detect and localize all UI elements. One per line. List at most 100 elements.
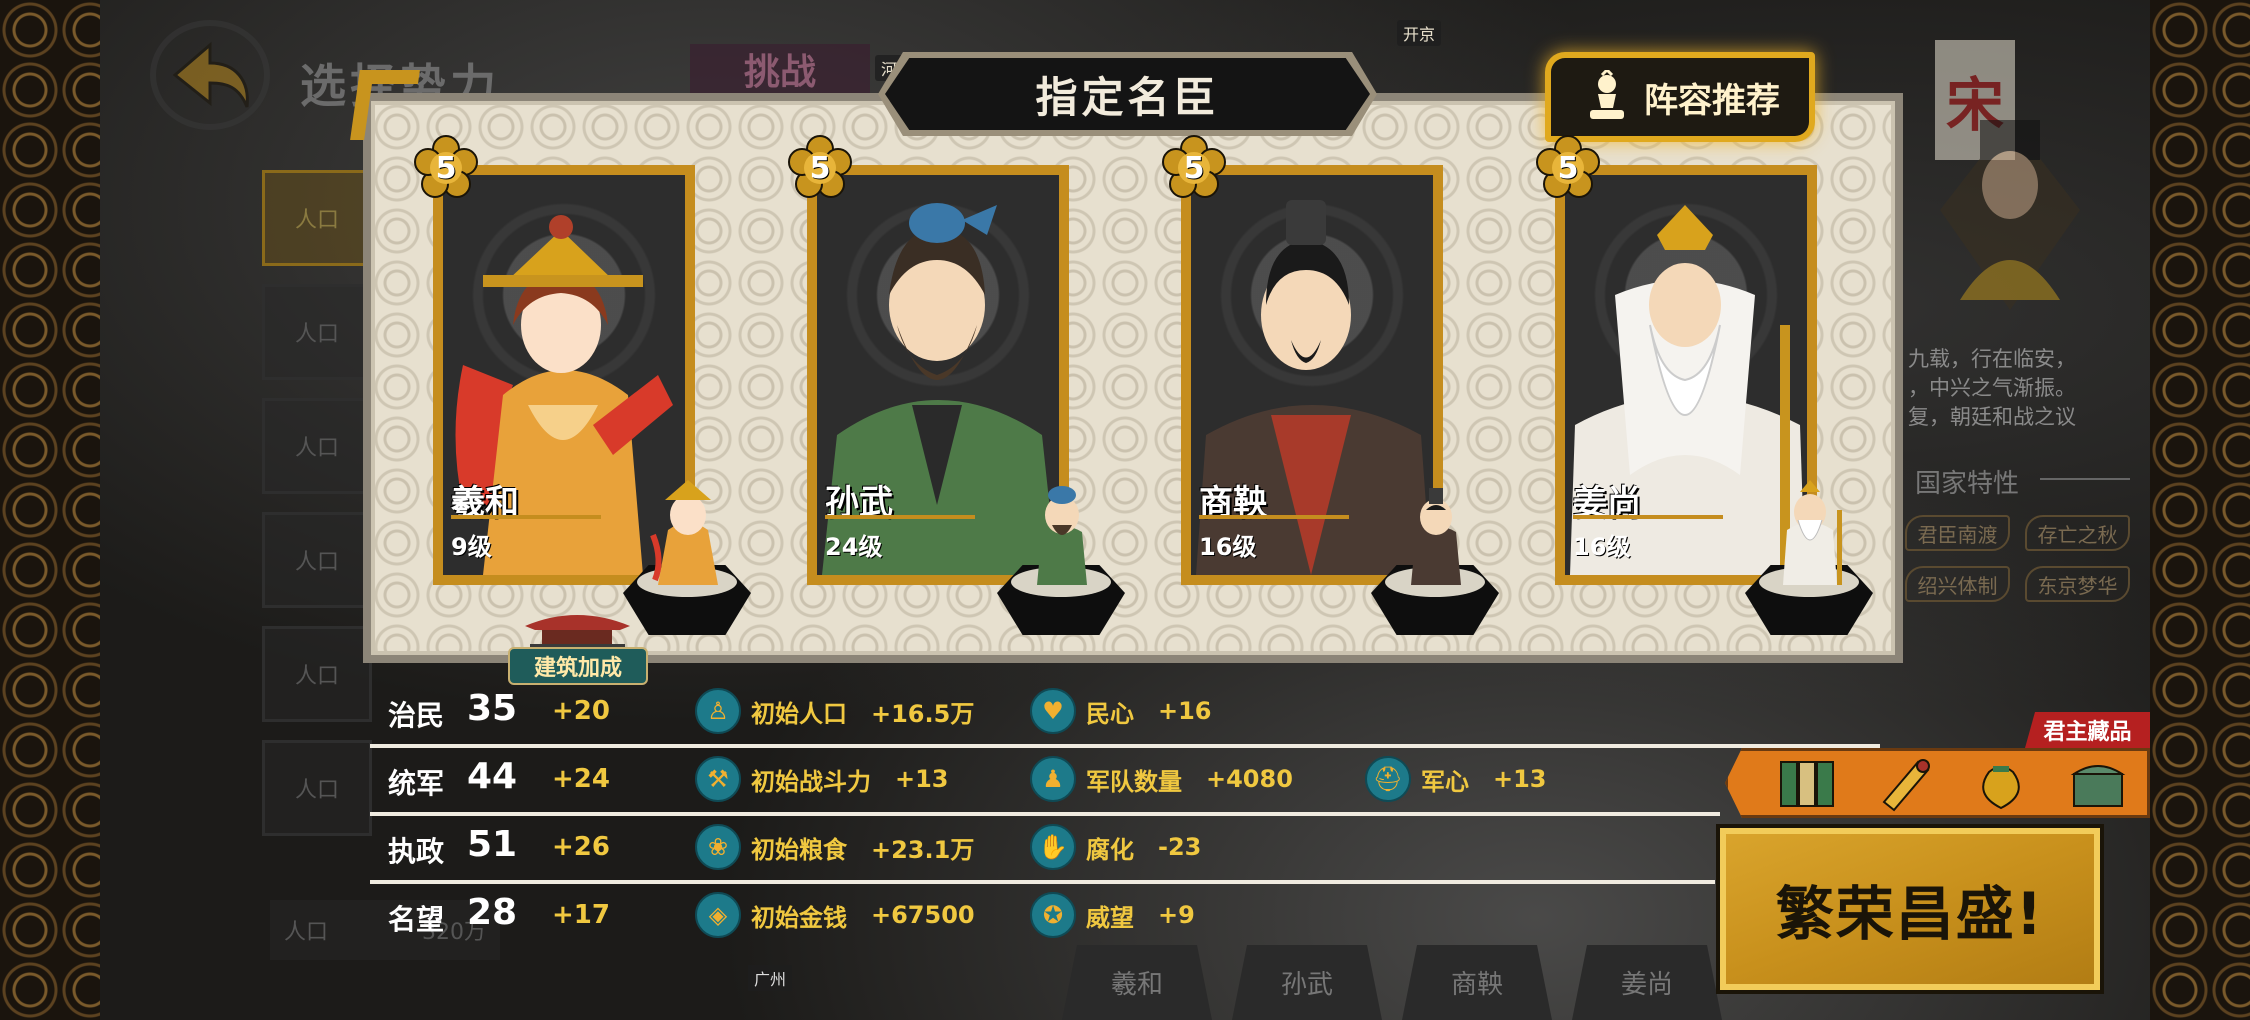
map-label-kaijing: 开京 [1397, 20, 1442, 46]
stat-value: 44 [467, 756, 518, 797]
country-description: 九载，行在临安， ，中兴之气渐振。 复，朝廷和战之议 [1908, 347, 2076, 429]
list-item[interactable]: 人口 [262, 170, 372, 266]
stat-bonus: +20 [552, 696, 610, 726]
effect-value: +9 [1158, 901, 1195, 929]
list-item[interactable]: 人口 [262, 398, 372, 494]
stat-row-governance: 治民 35 +20 ♙ 初始人口 +16.5万 ♥ 民心 +16 [370, 680, 1880, 748]
star-rank-value: 5 [1183, 150, 1205, 186]
effect-prestige: ✪ 威望 +9 [1030, 892, 1195, 938]
modal-title: 指定名臣 [885, 58, 1370, 130]
effect-label: 初始战斗力 [751, 767, 871, 796]
chess-pawn-icon [1590, 70, 1624, 119]
advisor-level: 16级 [1199, 533, 1257, 561]
population-label: 人口 [284, 920, 329, 945]
nation-traits-title: 国家特性 [1915, 469, 2020, 499]
pouch-icon [1982, 766, 2020, 810]
effect-label: 初始金钱 [751, 903, 847, 932]
collection-item-scroll[interactable] [1873, 754, 1935, 812]
trait-chip[interactable]: 绍兴体制 [1905, 566, 2010, 602]
effect-label: 民心 [1086, 699, 1134, 728]
advisor-level: 16级 [1573, 533, 1631, 561]
map-label-guangzhou: 广州 [748, 965, 793, 991]
effect-value: +67500 [871, 901, 975, 929]
attribute-stats: 治民 35 +20 ♙ 初始人口 +16.5万 ♥ 民心 +16 统军 44 +… [370, 680, 1880, 952]
bottom-tab-xihe[interactable]: 羲和 [1062, 945, 1212, 1020]
monarch-collection-tag: 君主藏品 [2025, 712, 2150, 748]
star-rank-badge: 5 [1161, 135, 1227, 201]
effect-value: +23.1万 [871, 835, 975, 864]
effect-initial-population: ♙ 初始人口 +16.5万 [695, 688, 974, 734]
soldiers-icon: ♟ [1030, 756, 1076, 802]
back-button[interactable] [150, 20, 270, 130]
collection-item-chest[interactable] [2067, 754, 2129, 812]
list-item[interactable]: 人口 [262, 740, 372, 836]
name-underline [825, 515, 975, 519]
stat-row-administration: 执政 51 +26 ❀ 初始粮食 +23.1万 ✋ 腐化 -23 [370, 816, 1715, 884]
advisor-card-shangyang[interactable]: 商鞅 16级 5 [1162, 135, 1499, 655]
list-item[interactable]: 人口 [262, 626, 372, 722]
lineup-recommend-label: 阵容推荐 [1644, 80, 1780, 121]
effect-corruption: ✋ 腐化 -23 [1030, 824, 1201, 870]
collection-item-screen[interactable] [1776, 754, 1838, 812]
chest-icon [2071, 765, 2126, 807]
xihe-chibi-icon [650, 480, 718, 585]
helmet-icon: ⛑ [1365, 756, 1411, 802]
start-game-button[interactable]: 繁荣昌盛! [1716, 824, 2104, 994]
list-item[interactable]: 人口 [262, 284, 372, 380]
effect-label: 初始人口 [751, 699, 847, 728]
stat-value: 28 [467, 892, 518, 933]
corner-decoration [350, 70, 420, 140]
effect-public-support: ♥ 民心 +16 [1030, 688, 1212, 734]
effect-label: 军队数量 [1086, 767, 1182, 796]
stat-value: 51 [467, 824, 518, 865]
stat-label: 名望 [388, 903, 445, 936]
collection-item-pouch[interactable] [1970, 754, 2032, 812]
right-border-pattern [2150, 0, 2250, 1020]
heart-icon: ♥ [1030, 688, 1076, 734]
divider [2040, 478, 2130, 480]
lineup-recommend-button[interactable]: 阵容推荐 [1545, 52, 1815, 142]
hand-icon: ✋ [1030, 824, 1076, 870]
stat-row-prestige: 名望 28 +17 ◈ 初始金钱 +67500 ✪ 威望 +9 [370, 884, 1715, 952]
bottom-tab-shangyang[interactable]: 商鞅 [1402, 945, 1552, 1020]
monarch-collection-bar [1725, 748, 2150, 818]
effect-army-morale: ⛑ 军心 +13 [1365, 756, 1547, 802]
trait-chip[interactable]: 君臣南渡 [1905, 515, 2010, 551]
effect-initial-grain: ❀ 初始粮食 +23.1万 [695, 824, 974, 870]
advisor-card-sunwu[interactable]: 孙武 24级 5 [788, 135, 1125, 655]
stat-row-command: 统军 44 +24 ⚒ 初始战斗力 +13 ♟ 军队数量 +4080 ⛑ 军心 … [370, 748, 1720, 816]
advisor-card-jiangshang[interactable]: 姜尚 16级 5 [1536, 135, 1873, 655]
left-border-pattern [0, 0, 100, 1020]
advisor-card-xihe[interactable]: 羲和 9级 5 [414, 135, 751, 655]
wheat-icon: ❀ [695, 824, 741, 870]
effect-value: +13 [895, 765, 949, 793]
effect-value: -23 [1158, 833, 1202, 861]
star-rank-value: 5 [809, 150, 831, 186]
bottom-tab-jiangshang[interactable]: 姜尚 [1572, 945, 1722, 1020]
trait-chip[interactable]: 东京梦华 [2025, 566, 2130, 602]
effect-value: +4080 [1206, 765, 1293, 793]
screen-icon [1779, 761, 1834, 807]
star-rank-badge: 5 [787, 135, 853, 201]
stat-label: 治民 [388, 699, 445, 732]
pickaxe-icon: ⚒ [695, 756, 741, 802]
ruler-portrait [1940, 120, 2080, 310]
trait-chip[interactable]: 存亡之秋 [2025, 515, 2130, 551]
advisor-level: 9级 [451, 533, 492, 561]
shangyang-chibi-icon [1411, 488, 1461, 585]
faded-side-list: 人口 人口 人口 人口 人口 人口 [262, 170, 372, 854]
effect-value: +16 [1158, 697, 1212, 725]
tab-challenge[interactable]: 挑战 [690, 44, 870, 94]
palace-roof-icon [525, 615, 630, 650]
effect-label: 军心 [1421, 767, 1469, 796]
bottom-tab-sunwu[interactable]: 孙武 [1232, 945, 1382, 1020]
stat-label: 执政 [388, 835, 445, 868]
effect-label: 初始粮食 [751, 835, 847, 864]
effect-initial-power: ⚒ 初始战斗力 +13 [695, 756, 949, 802]
star-rank-value: 5 [435, 150, 457, 186]
list-item[interactable]: 人口 [262, 512, 372, 608]
effect-value: +16.5万 [871, 699, 975, 728]
star-rank-value: 5 [1557, 150, 1579, 186]
name-underline [1573, 515, 1723, 519]
effect-label: 腐化 [1086, 835, 1134, 864]
